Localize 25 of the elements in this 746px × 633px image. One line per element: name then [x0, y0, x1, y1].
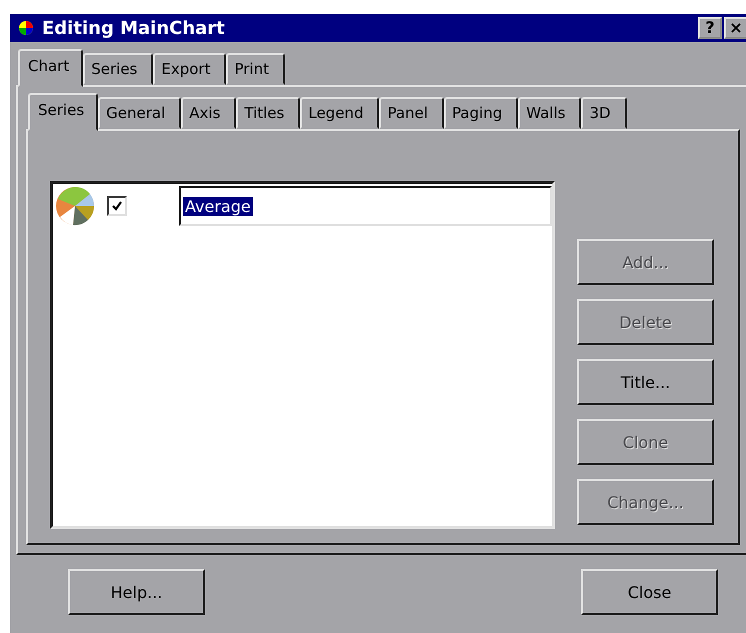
window-title: Editing MainChart [42, 18, 226, 38]
tab[interactable]: Legend [300, 97, 380, 129]
tab[interactable]: Axis [181, 97, 236, 129]
series-title: Average [183, 196, 253, 216]
pie-chart-icon [55, 186, 95, 226]
tab[interactable]: Print [226, 53, 285, 85]
tab[interactable]: 3D [581, 97, 627, 129]
help-button[interactable]: ? [698, 17, 722, 39]
tab[interactable]: Titles [236, 97, 300, 129]
help-button[interactable]: Help... [68, 569, 205, 615]
close-button[interactable]: Close [581, 569, 718, 615]
tab[interactable]: Panel [379, 97, 444, 129]
colored-circle-icon [18, 20, 34, 36]
series-title-field[interactable]: Average [179, 186, 552, 226]
tab[interactable]: Paging [444, 97, 518, 129]
tab[interactable]: Export [153, 53, 226, 85]
tab[interactable]: Chart [18, 49, 84, 87]
tab[interactable]: General [98, 97, 182, 129]
checkmark-icon [111, 200, 123, 212]
close-button[interactable]: × [724, 17, 746, 39]
checkbox[interactable] [107, 196, 127, 216]
series-button[interactable]: Title... [577, 359, 714, 405]
tab[interactable]: Series [28, 93, 98, 131]
tab[interactable]: Walls [518, 97, 582, 129]
tab[interactable]: Series [83, 53, 154, 85]
